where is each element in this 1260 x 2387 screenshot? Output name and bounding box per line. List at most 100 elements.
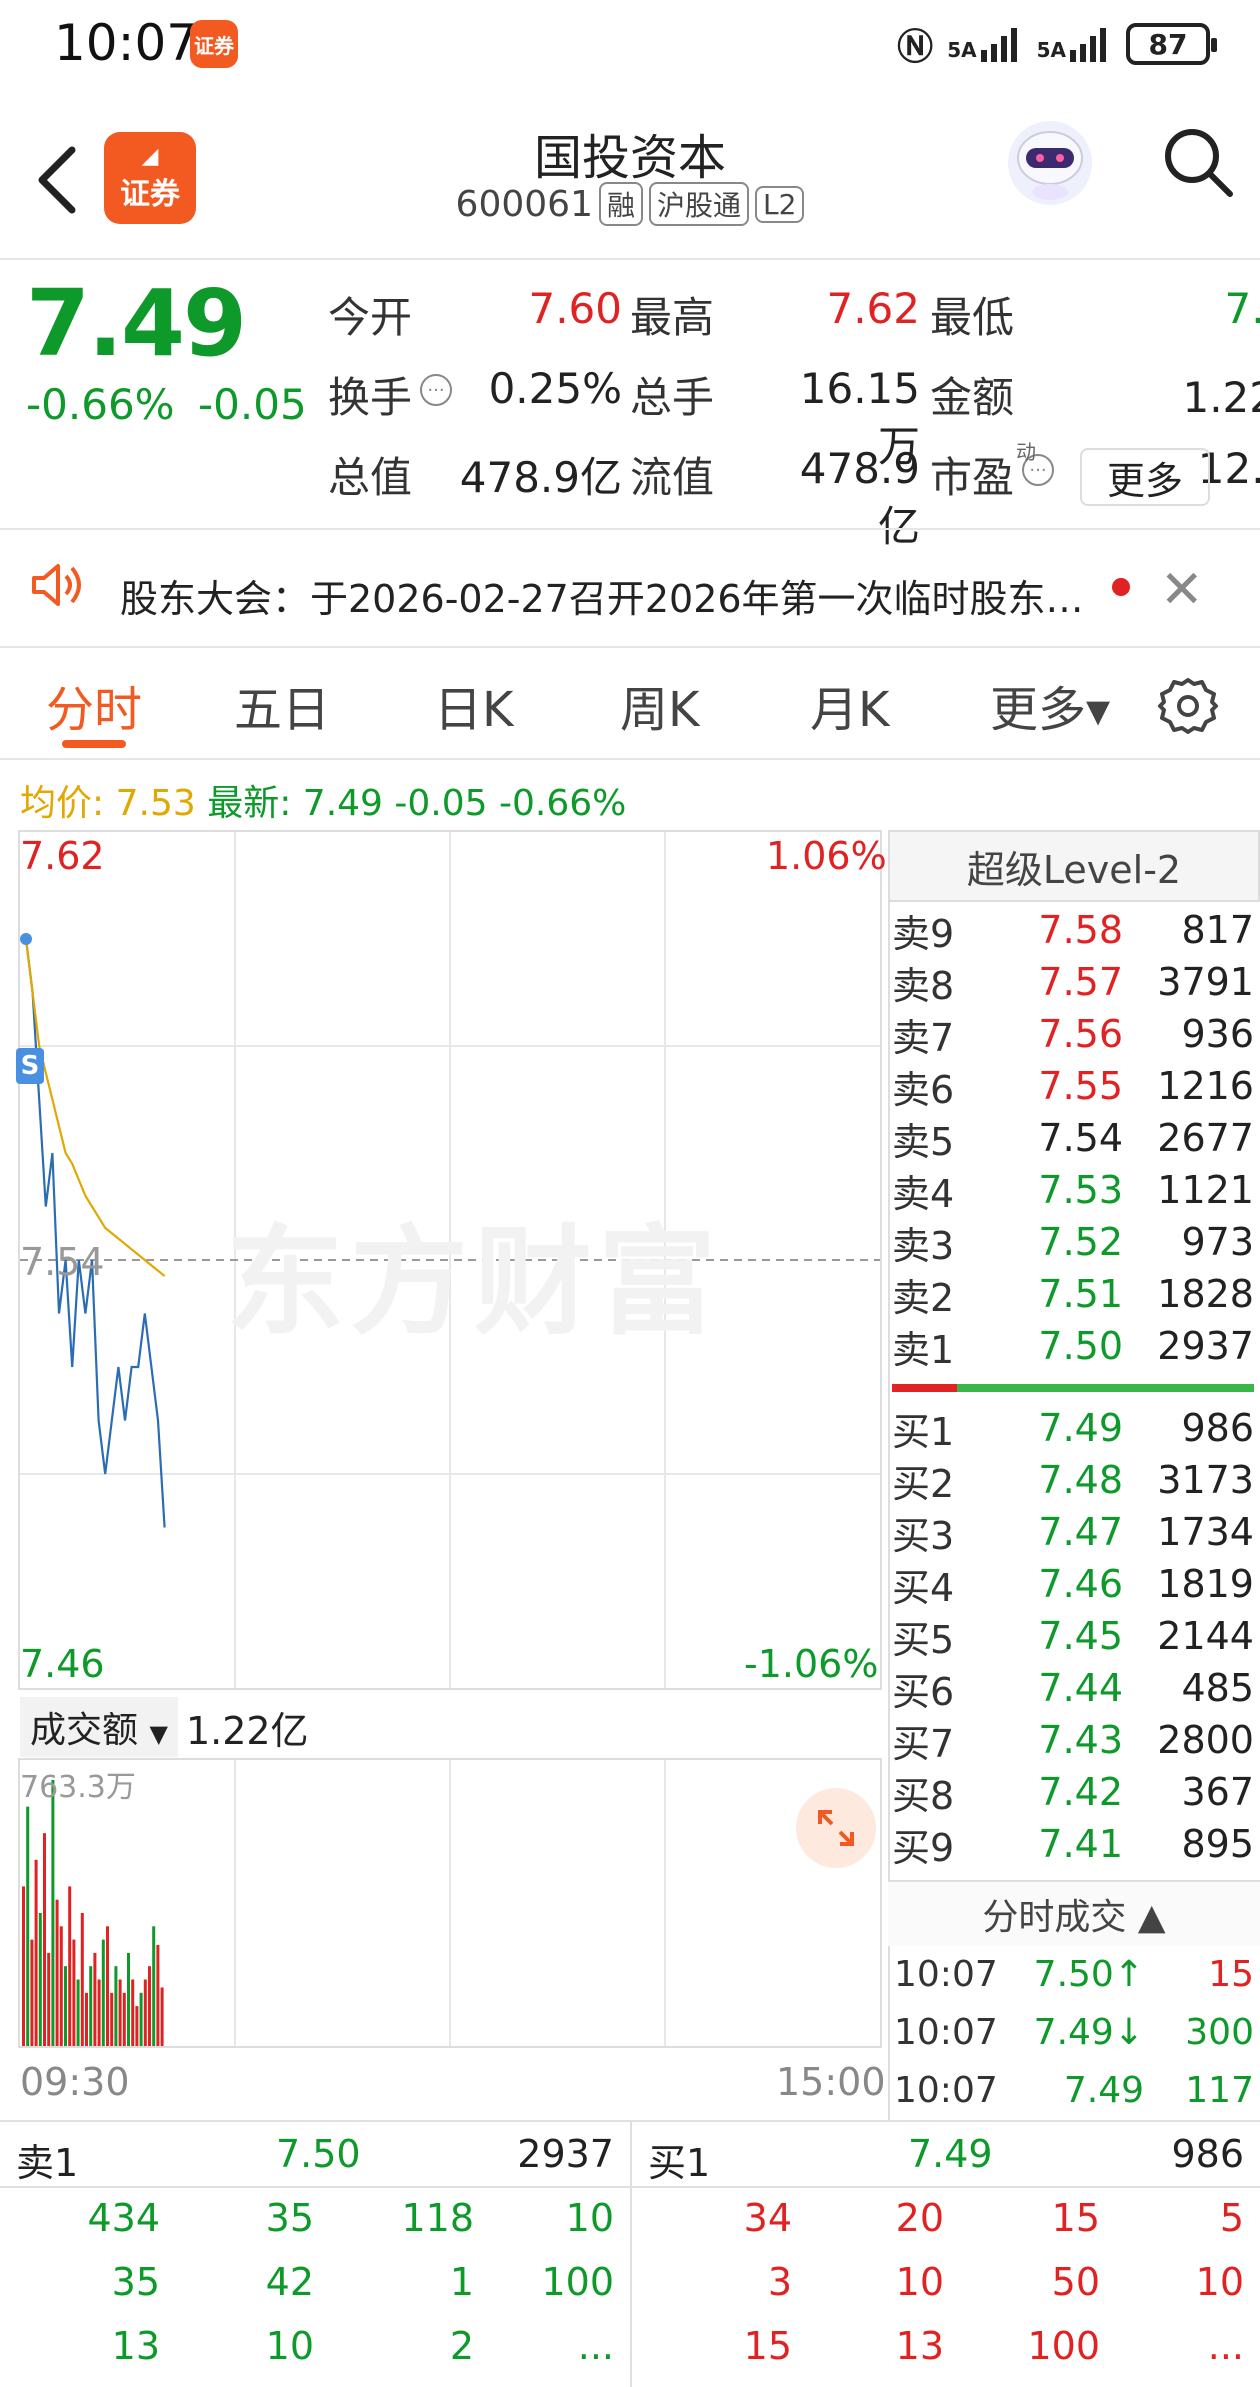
chart-prev-close: 7.54: [20, 1240, 105, 1284]
trade-volume: 300: [1185, 2011, 1254, 2053]
buy-queue-cell: 13: [895, 2324, 944, 2368]
unread-dot: [1112, 578, 1130, 596]
quote-label: 今开: [328, 293, 413, 342]
volume-bar: [101, 1939, 105, 2046]
level-name: 卖2: [892, 1275, 955, 1320]
level-price: 7.41: [1038, 1822, 1123, 1866]
bid-row[interactable]: 买5 7.45 2144: [892, 1610, 1254, 1662]
bid-row[interactable]: 买9 7.41 895: [892, 1818, 1254, 1870]
volume-bar: [110, 1992, 114, 2046]
bottom-sell1-label: 卖1: [16, 2141, 79, 2185]
latest-label: 最新:: [207, 783, 292, 824]
volume-bar: [156, 1944, 160, 2046]
level-name: 卖8: [892, 963, 955, 1008]
ask-row[interactable]: 卖4 7.53 1121: [892, 1164, 1254, 1216]
trade-row[interactable]: 10:07 7.49↓ 300: [894, 2004, 1254, 2060]
quote-value: 478.9亿: [459, 453, 622, 502]
tab-weekly-k[interactable]: 周K: [620, 670, 699, 740]
level-name: 卖3: [892, 1223, 955, 1268]
level-volume: 936: [1181, 1012, 1254, 1056]
level-price: 7.42: [1038, 1770, 1123, 1814]
volume-selector[interactable]: 成交额 ▼: [20, 1697, 178, 1757]
level-volume: 2937: [1157, 1324, 1254, 1368]
sell-queue-cell: ...: [577, 2324, 614, 2368]
ask-row[interactable]: 卖1 7.50 2937: [892, 1320, 1254, 1372]
ask-row[interactable]: 卖5 7.54 2677: [892, 1112, 1254, 1164]
tab-daily-k[interactable]: 日K: [434, 670, 513, 740]
expand-button[interactable]: [796, 1788, 876, 1868]
volume-bar: [59, 1926, 63, 2046]
bid-row[interactable]: 买1 7.49 986: [892, 1402, 1254, 1454]
quote-label: 金额: [930, 373, 1015, 422]
bottom-mid-line: [0, 2186, 1260, 2188]
level-price: 7.56: [1038, 1012, 1123, 1056]
tab-five-day[interactable]: 五日: [234, 670, 330, 740]
sell-queue-cell: 35: [265, 2196, 314, 2240]
volume-bar: [38, 1913, 42, 2046]
tab-monthly-k[interactable]: 月K: [810, 670, 889, 740]
buy-queue-cell: ...: [1207, 2324, 1244, 2368]
close-icon[interactable]: ✕: [1160, 560, 1204, 620]
volume-bar: [47, 1952, 51, 2046]
quote-label: 最低: [930, 293, 1015, 342]
tag-margin: 融: [598, 182, 643, 226]
signal-icon-2: 5A: [1037, 26, 1112, 62]
volume-bar: [127, 1952, 130, 2046]
sell-queue-cell: 2: [449, 2324, 474, 2368]
level-name: 买2: [892, 1461, 955, 1506]
info-icon[interactable]: ···: [420, 374, 452, 406]
level-name: 卖4: [892, 1171, 955, 1216]
tag-connect: 沪股通: [649, 182, 750, 226]
bid-row[interactable]: 买2 7.48 3173: [892, 1454, 1254, 1506]
quote-value: 478.9亿: [799, 444, 920, 551]
robot-assistant-icon[interactable]: [1002, 118, 1098, 208]
bid-row[interactable]: 买8 7.42 367: [892, 1766, 1254, 1818]
header-divider: [0, 258, 1260, 260]
start-point: [20, 933, 32, 945]
quote-value: 1.22亿: [1182, 373, 1260, 422]
level-name: 买5: [892, 1617, 955, 1662]
level-price: 7.58: [1038, 908, 1123, 952]
bid-row[interactable]: 买4 7.46 1819: [892, 1558, 1254, 1610]
trades-header[interactable]: 分时成交 ▲: [888, 1880, 1260, 1946]
search-icon[interactable]: [1160, 124, 1236, 200]
level-volume: 1734: [1157, 1510, 1254, 1554]
trade-price: 7.49↓: [1033, 2011, 1144, 2053]
more-quote-button[interactable]: 更多: [1080, 448, 1210, 506]
level-name: 买8: [892, 1773, 955, 1818]
volume-max-label: 763.3万: [20, 1770, 136, 1805]
bid-row[interactable]: 买6 7.44 485: [892, 1662, 1254, 1714]
level-price: 7.47: [1038, 1510, 1123, 1554]
bid-row[interactable]: 买3 7.47 1734: [892, 1506, 1254, 1558]
gear-icon[interactable]: [1156, 674, 1220, 738]
trade-row[interactable]: 10:07 7.49 117: [894, 2062, 1254, 2118]
tab-more[interactable]: 更多▾: [990, 670, 1110, 740]
notice-text[interactable]: 股东大会：于2026-02-27召开2026年第一次临时股东…: [120, 568, 1084, 623]
ask-row[interactable]: 卖2 7.51 1828: [892, 1268, 1254, 1320]
ask-row[interactable]: 卖8 7.57 3791: [892, 956, 1254, 1008]
volume-bar: [80, 1913, 84, 2046]
trade-row[interactable]: 10:07 7.50↑ 15: [894, 1946, 1254, 2002]
level-volume: 986: [1181, 1406, 1254, 1450]
quote-value: 7.60: [528, 284, 622, 333]
bid-row[interactable]: 买7 7.43 2800: [892, 1714, 1254, 1766]
quote-label: 总手: [630, 373, 715, 422]
avg-price-row: 均价: 7.53 最新: 7.49 -0.05 -0.66%: [20, 774, 626, 826]
level-volume: 1828: [1157, 1272, 1254, 1316]
level2-header[interactable]: 超级Level-2: [888, 830, 1260, 902]
sell-marker[interactable]: S: [16, 1048, 44, 1084]
volume-chart[interactable]: [18, 1758, 882, 2048]
ask-row[interactable]: 卖7 7.56 936: [892, 1008, 1254, 1060]
level-name: 卖6: [892, 1067, 955, 1112]
ask-row[interactable]: 卖3 7.52 973: [892, 1216, 1254, 1268]
tab-intraday[interactable]: 分时: [46, 670, 142, 740]
level-name: 买1: [892, 1409, 955, 1454]
ask-row[interactable]: 卖9 7.58 817: [892, 904, 1254, 956]
avg-label: 均价:: [20, 783, 105, 824]
level-price: 7.52: [1038, 1220, 1123, 1264]
volume-bar: [139, 1992, 143, 2046]
ask-row[interactable]: 卖6 7.55 1216: [892, 1060, 1254, 1112]
volume-bar: [64, 1966, 67, 2046]
buy-queue-cell: 34: [743, 2196, 792, 2240]
volume-chart-svg: [22, 1760, 666, 2046]
